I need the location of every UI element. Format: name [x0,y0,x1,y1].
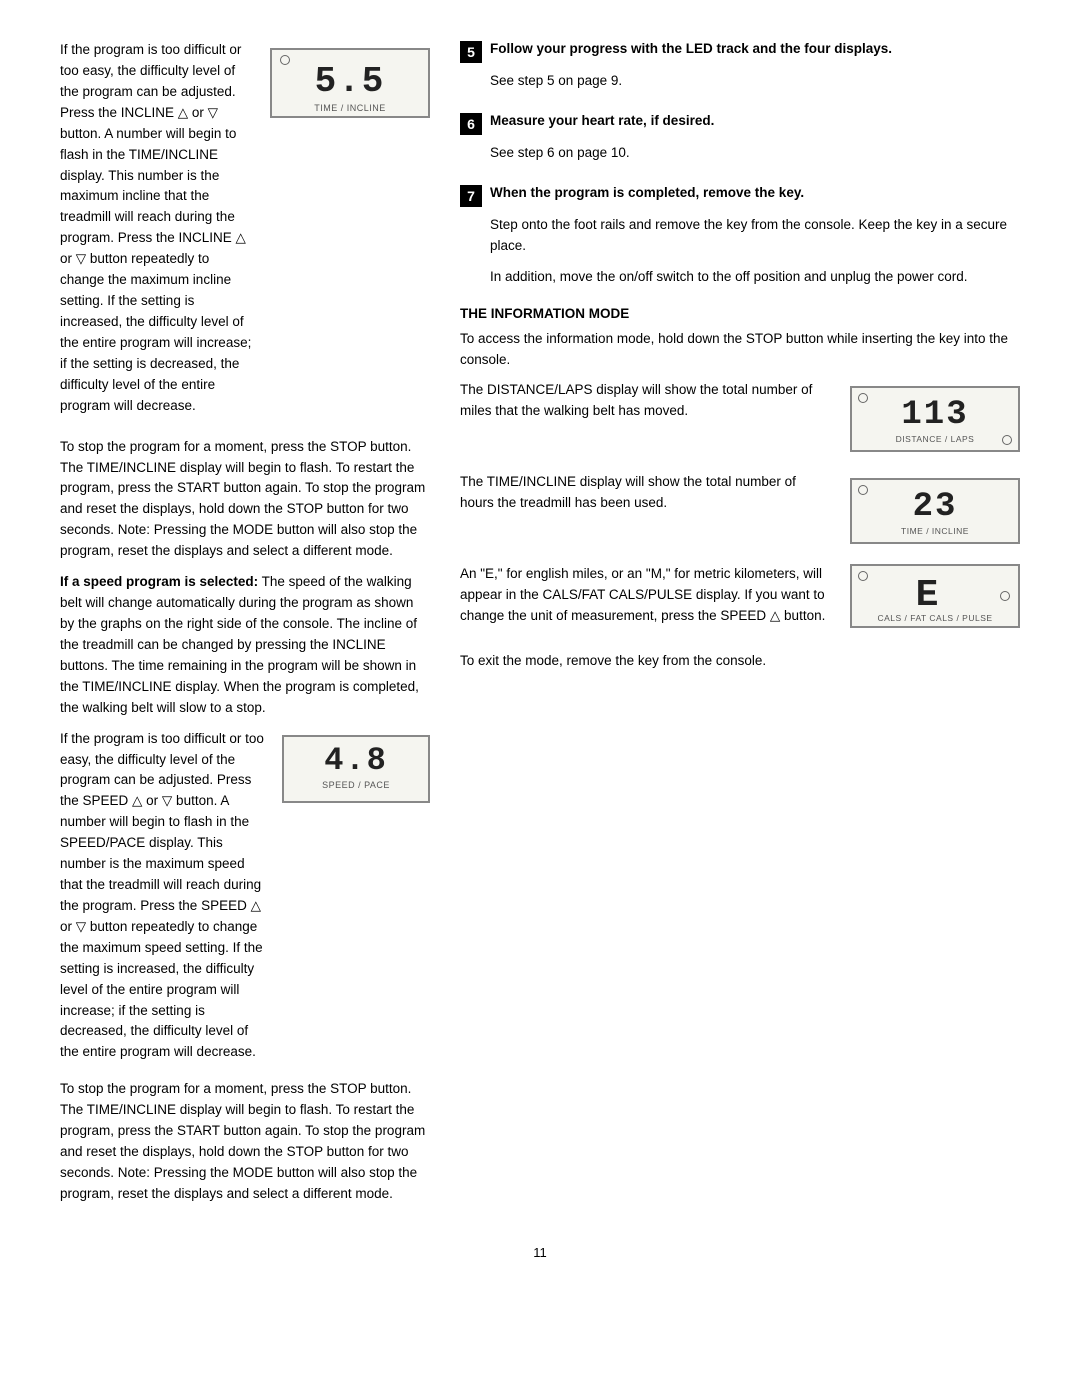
para-speed-bold: If a speed program is selected: [60,574,258,589]
speed-pace-display: 4.8 SPEED / PACE [282,729,430,803]
para-stop-restart: To stop the program for a moment, press … [60,437,430,563]
step6-header: 6 Measure your heart rate, if desired. [460,112,1020,135]
time-incline-row: The TIME/INCLINE display will show the t… [460,472,1020,550]
info-mode-intro: To access the information mode, hold dow… [460,329,1020,371]
lcd-speed-label: SPEED / PACE [294,780,418,790]
para-speed-adjust: If the program is too difficult or too e… [60,729,268,1064]
step7-heading: When the program is completed, remove th… [490,184,804,203]
step6-heading: Measure your heart rate, if desired. [490,112,714,131]
incline-text: If the program is too difficult or too e… [60,40,256,427]
step5-body: See step 5 on page 9. [490,71,1020,92]
cals-row: An "E," for english miles, or an "M," fo… [460,564,1020,637]
distance-text: The DISTANCE/LAPS display will show the … [460,380,832,432]
lcd-time-incline: 23 TIME / INCLINE [850,478,1020,544]
left-column: If the program is too difficult or too e… [60,40,430,1215]
lcd-indicator-circle [280,55,290,65]
lcd-distance: 113 DISTANCE / LAPS [850,386,1020,452]
distance-display: 113 DISTANCE / LAPS [850,380,1020,458]
lcd-time-incline-label: TIME / INCLINE [860,526,1010,536]
para-stop-restart-2: To stop the program for a moment, press … [60,1079,430,1205]
time-incline-display-top: 5.5 TIME / INCLINE [270,40,430,126]
step7-body: Step onto the foot rails and remove the … [490,215,1020,288]
lcd-dot-top-left-2 [858,485,868,495]
para-speed-rest: The speed of the walking belt will chang… [60,574,419,715]
speed-section: If the program is too difficult or too e… [60,729,430,1074]
para-speed-program: If a speed program is selected: The spee… [60,572,430,718]
step6-text: See step 6 on page 10. [490,143,1020,164]
lcd-time-incline-top: 5.5 TIME / INCLINE [270,48,430,118]
distance-para: The DISTANCE/LAPS display will show the … [460,380,832,422]
cals-display: E CALS / FAT CALS / PULSE [850,564,1020,628]
step5-header: 5 Follow your progress with the LED trac… [460,40,1020,63]
para-incline: If the program is too difficult or too e… [60,40,256,417]
step5-number: 5 [460,41,482,63]
cals-para: An "E," for english miles, or an "M," fo… [460,564,832,627]
distance-row: The DISTANCE/LAPS display will show the … [460,380,1020,458]
lcd-display-label: TIME / INCLINE [282,103,418,113]
time-incline-text: The TIME/INCLINE display will show the t… [460,472,832,524]
lcd-distance-value: 113 [901,398,968,432]
incline-section: If the program is too difficult or too e… [60,40,430,427]
lcd-cals-indicators [1000,591,1010,601]
page-number: 11 [60,1245,1020,1260]
time-incline-para: The TIME/INCLINE display will show the t… [460,472,832,514]
step6-number: 6 [460,113,482,135]
lcd-dot-bottom-right [1002,435,1012,445]
lcd-cals-label: CALS / FAT CALS / PULSE [852,613,1018,623]
step5-text: See step 5 on page 9. [490,71,1020,92]
cals-text: An "E," for english miles, or an "M," fo… [460,564,832,637]
step7-text2: In addition, move the on/off switch to t… [490,267,1020,288]
lcd-cals-value: E [860,577,994,615]
lcd-cals: E CALS / FAT CALS / PULSE [850,564,1020,628]
lcd-dot-top-left [858,393,868,403]
lcd-distance-label: DISTANCE / LAPS [860,434,1010,444]
step6-body: See step 6 on page 10. [490,143,1020,164]
info-mode-title: THE INFORMATION MODE [460,306,1020,321]
lcd-time-incline-value: 23 [913,490,958,524]
time-incline-display: 23 TIME / INCLINE [850,472,1020,550]
lcd-speed-pace: 4.8 SPEED / PACE [282,735,430,803]
step5-heading: Follow your progress with the LED track … [490,40,892,59]
step7-number: 7 [460,185,482,207]
lcd-display-value: 5.5 [282,64,418,100]
exit-text: To exit the mode, remove the key from th… [460,651,1020,672]
step7-header: 7 When the program is completed, remove … [460,184,1020,207]
step7-text1: Step onto the foot rails and remove the … [490,215,1020,257]
speed-text: If the program is too difficult or too e… [60,729,268,1074]
lcd-speed-value: 4.8 [294,745,418,777]
right-column: 5 Follow your progress with the LED trac… [460,40,1020,1215]
lcd-dot-cals-right-top [1000,591,1010,601]
